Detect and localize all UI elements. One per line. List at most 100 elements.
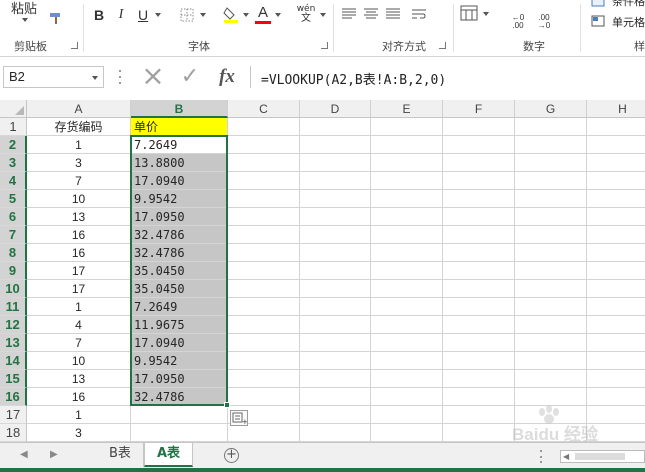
cell-styles-label[interactable]: 单元格	[612, 14, 645, 30]
enter-icon[interactable]: ✓	[176, 63, 204, 91]
row-header[interactable]: 7	[0, 226, 27, 244]
cell-empty[interactable]	[300, 298, 371, 316]
cell-b[interactable]: 32.4786	[131, 226, 228, 244]
cell-a[interactable]: 3	[27, 424, 131, 442]
cell-b[interactable]: 7.2649	[131, 298, 228, 316]
cell-empty[interactable]	[587, 334, 645, 352]
column-header-b[interactable]: B	[131, 100, 228, 118]
cell-empty[interactable]	[515, 226, 587, 244]
cell-empty[interactable]	[300, 406, 371, 424]
cell-empty[interactable]	[443, 316, 515, 334]
cell-b[interactable]: 35.0450	[131, 280, 228, 298]
underline-button[interactable]: U	[134, 6, 152, 24]
paste-button[interactable]: 粘贴	[6, 0, 42, 17]
cell-empty[interactable]	[300, 316, 371, 334]
cell-b[interactable]: 17.0950	[131, 370, 228, 388]
row-header[interactable]: 2	[0, 136, 27, 154]
cell-empty[interactable]	[515, 244, 587, 262]
align-top-icon[interactable]	[340, 6, 358, 22]
cell-empty[interactable]	[371, 280, 443, 298]
cell-empty[interactable]	[228, 262, 300, 280]
tab-splitter-handle[interactable]	[540, 450, 543, 463]
cell-empty[interactable]	[371, 154, 443, 172]
align-bottom-icon[interactable]	[384, 6, 402, 22]
row-header[interactable]: 4	[0, 172, 27, 190]
cell-empty[interactable]	[228, 136, 300, 154]
cell-empty[interactable]	[228, 370, 300, 388]
row-header[interactable]: 10	[0, 280, 27, 298]
alignment-launcher-icon[interactable]	[439, 42, 446, 49]
number-format-dropdown-icon[interactable]	[483, 12, 489, 16]
row-header[interactable]: 16	[0, 388, 27, 406]
cell-a[interactable]: 存货编码	[27, 118, 131, 136]
cell-empty[interactable]	[300, 154, 371, 172]
row-header[interactable]: 18	[0, 424, 27, 442]
cell-empty[interactable]	[228, 154, 300, 172]
cell-b[interactable]: 32.4786	[131, 388, 228, 406]
row-header[interactable]: 12	[0, 316, 27, 334]
cell-a[interactable]: 17	[27, 262, 131, 280]
select-all-button[interactable]	[0, 100, 27, 118]
paste-options-button[interactable]: +	[230, 410, 248, 426]
fill-handle[interactable]	[224, 402, 230, 408]
cell-a[interactable]: 1	[27, 136, 131, 154]
splitter-handle[interactable]	[119, 70, 122, 84]
cell-empty[interactable]	[587, 298, 645, 316]
cell-empty[interactable]	[300, 208, 371, 226]
cell-empty[interactable]	[371, 316, 443, 334]
cell-empty[interactable]	[587, 190, 645, 208]
row-header[interactable]: 13	[0, 334, 27, 352]
cell-empty[interactable]	[587, 370, 645, 388]
phonetic-guide-button[interactable]: wén 文	[295, 4, 317, 24]
cell-styles-icon[interactable]	[590, 14, 606, 28]
add-sheet-icon[interactable]: +	[224, 448, 239, 463]
column-header-e[interactable]: E	[371, 100, 443, 118]
cell-a[interactable]: 4	[27, 316, 131, 334]
cell-empty[interactable]	[443, 280, 515, 298]
cell-b[interactable]: 17.0940	[131, 334, 228, 352]
cell-b[interactable]: 9.9542	[131, 352, 228, 370]
horizontal-scrollbar[interactable]: ◀	[560, 450, 645, 463]
cell-a[interactable]: 13	[27, 370, 131, 388]
cell-b[interactable]: 13.8800	[131, 154, 228, 172]
fill-color-icon[interactable]	[222, 4, 240, 24]
underline-dropdown-icon[interactable]	[155, 13, 161, 17]
cell-empty[interactable]	[587, 208, 645, 226]
cell-empty[interactable]	[371, 262, 443, 280]
cell-empty[interactable]	[371, 352, 443, 370]
cell-empty[interactable]	[371, 406, 443, 424]
row-header[interactable]: 14	[0, 352, 27, 370]
decrease-decimal-button[interactable]: .00 →0	[532, 14, 556, 30]
cell-empty[interactable]	[443, 154, 515, 172]
cell-empty[interactable]	[300, 370, 371, 388]
font-color-button[interactable]: A	[254, 3, 272, 21]
cell-empty[interactable]	[371, 388, 443, 406]
cell-empty[interactable]	[443, 118, 515, 136]
cell-empty[interactable]	[300, 334, 371, 352]
cell-b[interactable]: 单价	[131, 118, 228, 136]
clipboard-launcher-icon[interactable]	[71, 42, 78, 49]
cell-empty[interactable]	[228, 388, 300, 406]
sheet-tab[interactable]: B表	[97, 443, 144, 467]
cell-empty[interactable]	[443, 136, 515, 154]
number-format-icon[interactable]	[458, 4, 480, 22]
column-header-d[interactable]: D	[300, 100, 371, 118]
cell-empty[interactable]	[228, 226, 300, 244]
cell-empty[interactable]	[371, 172, 443, 190]
cell-empty[interactable]	[515, 136, 587, 154]
cell-a[interactable]: 16	[27, 226, 131, 244]
cell-b[interactable]: 11.9675	[131, 316, 228, 334]
cell-empty[interactable]	[228, 118, 300, 136]
cell-a[interactable]: 16	[27, 388, 131, 406]
cell-a[interactable]: 1	[27, 406, 131, 424]
cell-empty[interactable]	[515, 172, 587, 190]
cell-empty[interactable]	[515, 334, 587, 352]
cell-empty[interactable]	[587, 154, 645, 172]
cell-empty[interactable]	[300, 244, 371, 262]
cell-empty[interactable]	[443, 172, 515, 190]
cell-empty[interactable]	[371, 370, 443, 388]
cell-a[interactable]: 7	[27, 172, 131, 190]
phonetic-dropdown-icon[interactable]	[320, 13, 326, 17]
cell-b[interactable]: 7.2649	[131, 136, 228, 154]
font-launcher-icon[interactable]	[321, 42, 328, 49]
